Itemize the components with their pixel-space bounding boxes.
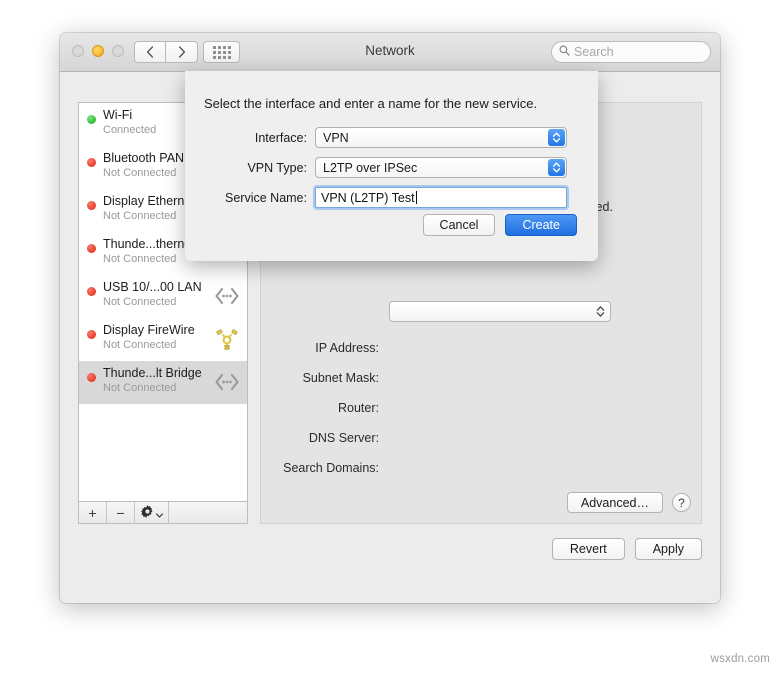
- revert-button[interactable]: Revert: [551, 538, 625, 560]
- advanced-row: Advanced… ?: [566, 492, 691, 513]
- search-domains-row: Search Domains:: [261, 461, 388, 475]
- apply-button[interactable]: Apply: [634, 538, 702, 560]
- create-button[interactable]: Create: [505, 214, 577, 236]
- subnet-mask-row: Subnet Mask:: [261, 371, 388, 385]
- watermark: wsxdn.com: [710, 653, 770, 665]
- ip-address-label: IP Address:: [315, 341, 379, 355]
- service-name-input[interactable]: VPN (L2TP) Test: [315, 187, 567, 208]
- service-name-label: Service Name:: [225, 190, 307, 205]
- router-label: Router:: [338, 401, 379, 415]
- list-item[interactable]: USB 10/...00 LAN Not Connected: [79, 275, 247, 318]
- stepper-icon: [548, 159, 565, 176]
- navigation-button-group: [134, 41, 198, 63]
- status-indicator-dot: [87, 373, 96, 382]
- search-icon: [559, 43, 570, 61]
- ethernet-icon: [213, 370, 241, 394]
- interface-row: Interface: VPN: [185, 127, 567, 148]
- firewire-icon: [213, 327, 241, 351]
- help-button[interactable]: ?: [672, 493, 691, 512]
- service-name-value: VPN (L2TP) Test: [321, 190, 415, 205]
- stepper-icon: [593, 304, 608, 319]
- gear-icon: [140, 504, 154, 521]
- text-caret: [415, 191, 417, 204]
- add-service-button[interactable]: +: [79, 502, 107, 523]
- close-button[interactable]: [72, 45, 84, 57]
- grid-dots-icon: [212, 45, 231, 59]
- chevron-right-icon: [178, 46, 186, 58]
- dns-server-row: DNS Server:: [261, 431, 388, 445]
- vpn-type-select[interactable]: L2TP over IPSec: [315, 157, 567, 178]
- router-row: Router:: [261, 401, 388, 415]
- service-name-row: Service Name: VPN (L2TP) Test: [185, 187, 567, 208]
- status-indicator-dot: [87, 330, 96, 339]
- search-input-placeholder: Search: [574, 45, 614, 59]
- sheet-button-row: Cancel Create: [422, 214, 577, 236]
- vpn-type-label: VPN Type:: [247, 160, 307, 175]
- ethernet-icon: [213, 284, 241, 308]
- remove-service-button[interactable]: −: [107, 502, 135, 523]
- interface-label: Interface:: [254, 130, 307, 145]
- list-item-selected[interactable]: Thunde...lt Bridge Not Connected: [79, 361, 247, 404]
- status-indicator-dot: [87, 115, 96, 124]
- back-button[interactable]: [134, 41, 166, 63]
- chevron-down-icon: [155, 505, 163, 521]
- status-indicator-dot: [87, 287, 96, 296]
- forward-button[interactable]: [166, 41, 198, 63]
- zoom-button[interactable]: [112, 45, 124, 57]
- vpn-type-selected-value: L2TP over IPSec: [323, 160, 418, 175]
- traffic-light-group: [72, 45, 124, 57]
- status-indicator-dot: [87, 201, 96, 210]
- service-actions-button[interactable]: [135, 502, 169, 523]
- interface-select[interactable]: VPN: [315, 127, 567, 148]
- minimize-button[interactable]: [92, 45, 104, 57]
- vpn-type-row: VPN Type: L2TP over IPSec: [185, 157, 567, 178]
- new-service-sheet: Select the interface and enter a name fo…: [185, 71, 598, 261]
- stepper-icon: [548, 129, 565, 146]
- interface-selected-value: VPN: [323, 130, 349, 145]
- window-titlebar: Network Search: [60, 33, 720, 72]
- window-footer-buttons: Revert Apply: [551, 538, 702, 560]
- status-indicator-dot: [87, 244, 96, 253]
- network-preferences-window: Network Search Wi-Fi Connected Bluetooth…: [60, 33, 720, 603]
- dns-server-label: DNS Server:: [308, 431, 379, 445]
- ip-address-row: IP Address:: [261, 341, 388, 355]
- service-list-toolbar: + −: [78, 502, 248, 524]
- sheet-instruction-text: Select the interface and enter a name fo…: [204, 96, 538, 111]
- search-domains-label: Search Domains:: [283, 461, 379, 475]
- list-item[interactable]: Display FireWire Not Connected: [79, 318, 247, 361]
- status-indicator-dot: [87, 158, 96, 167]
- advanced-button[interactable]: Advanced…: [566, 492, 663, 513]
- subnet-mask-label: Subnet Mask:: [302, 371, 379, 385]
- show-all-button[interactable]: [203, 41, 240, 63]
- configure-select[interactable]: [389, 301, 611, 322]
- cancel-button[interactable]: Cancel: [422, 214, 496, 236]
- search-field[interactable]: Search: [551, 41, 711, 63]
- chevron-left-icon: [146, 46, 154, 58]
